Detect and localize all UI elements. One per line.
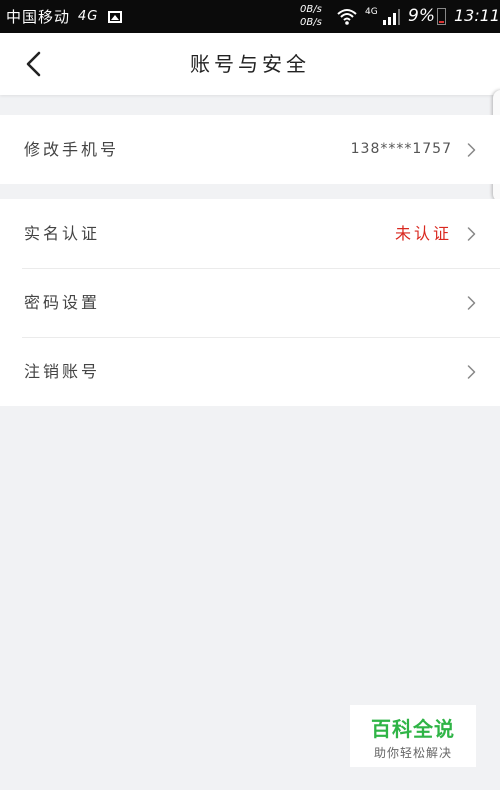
chevron-right-icon — [467, 296, 476, 310]
chevron-right-icon — [467, 365, 476, 379]
battery-icon — [437, 8, 446, 25]
chevron-right-icon — [467, 143, 476, 157]
image-icon — [108, 10, 123, 23]
speed-up: 0B/s — [300, 4, 322, 15]
watermark-subtitle: 助你轻松解决 — [373, 746, 452, 760]
battery-percent: 9% — [408, 6, 435, 26]
lte-label: 4G — [365, 7, 378, 17]
speed-down: 0B/s — [300, 17, 322, 28]
row-label: 修改手机号 — [24, 140, 120, 159]
row-change-phone[interactable]: 修改手机号 138****1757 — [0, 115, 500, 184]
wifi-icon — [337, 9, 357, 25]
watermark-title: 百科全说 — [371, 717, 455, 741]
row-label: 实名认证 — [24, 224, 101, 243]
settings-group-security: 实名认证 未认证 密码设置 注销账号 — [0, 199, 500, 406]
settings-group-phone: 修改手机号 138****1757 — [0, 115, 500, 184]
row-real-name-auth[interactable]: 实名认证 未认证 — [0, 199, 500, 268]
row-password-settings[interactable]: 密码设置 — [0, 268, 500, 337]
row-label: 注销账号 — [24, 362, 101, 381]
carrier-label: 中国移动 — [6, 8, 71, 26]
auth-status-value: 未认证 — [394, 224, 452, 243]
watermark-badge: 百科全说 助你轻松解决 — [350, 705, 476, 767]
status-bar: 中国移动 4G 0B/s 0B/s 4G 9% 13:11 — [0, 0, 500, 33]
status-left: 中国移动 4G — [6, 0, 123, 33]
row-delete-account[interactable]: 注销账号 — [0, 337, 500, 406]
phone-number-value: 138****1757 — [350, 141, 452, 157]
nav-bar: 账号与安全 — [0, 33, 500, 95]
row-label: 密码设置 — [24, 293, 101, 312]
chevron-right-icon — [467, 227, 476, 241]
network-speed: 0B/s 0B/s — [300, 3, 322, 29]
clock: 13:11 — [454, 6, 500, 25]
page-title: 账号与安全 — [190, 52, 310, 76]
chevron-left-icon — [26, 51, 41, 77]
network-label: 4G — [78, 9, 99, 24]
signal-icon — [383, 9, 400, 25]
back-button[interactable] — [18, 48, 50, 80]
